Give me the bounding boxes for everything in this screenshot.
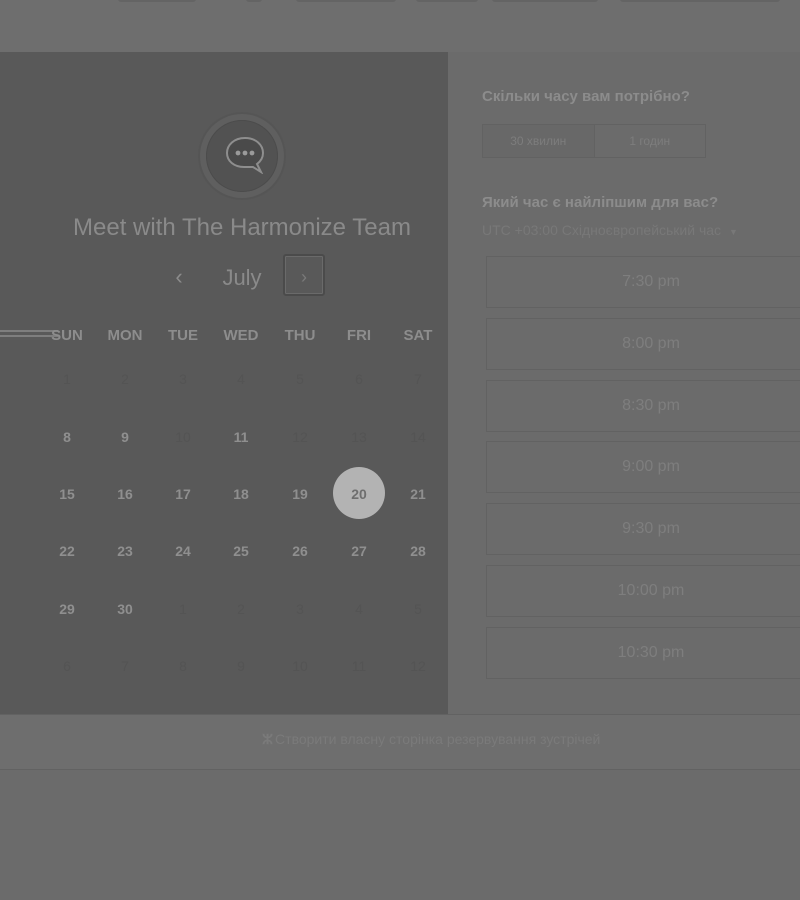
calendar-day: 6 (63, 658, 71, 674)
timezone-dropdown[interactable]: UTC +03:00 Східноєвропейський час ▼ (482, 222, 738, 238)
month-label: July (222, 265, 262, 290)
calendar-day: 4 (237, 371, 245, 387)
calendar-day[interactable]: 23 (96, 543, 154, 559)
calendar-day: 11 (351, 658, 367, 674)
weekday-sat: SAT (403, 327, 433, 344)
booking-panel: Скільки часу вам потрібно? 30 хвилин 1 г… (448, 52, 800, 714)
duration-30-min-button[interactable]: 30 хвилин (483, 125, 595, 157)
time-slot-button[interactable]: 8:30 pm (486, 380, 800, 432)
calendar-day-selected[interactable]: 20 (330, 486, 388, 502)
calendar-day: 4 (355, 601, 363, 617)
header-item-ghost (296, 0, 396, 2)
calendar-day: 10 (292, 658, 308, 674)
calendar-day[interactable]: 25 (212, 543, 270, 559)
calendar-day[interactable]: 27 (330, 543, 388, 559)
calendar-day[interactable]: 29 (38, 601, 96, 617)
duration-selector: 30 хвилин 1 годин (482, 124, 706, 158)
calendar-day[interactable]: 28 (389, 543, 447, 559)
calendar-day: 7 (121, 658, 129, 674)
weekday-sun: SUN (51, 327, 83, 344)
calendar-day: 1 (179, 601, 187, 617)
calendar-day[interactable]: 15 (38, 486, 96, 502)
calendar-day[interactable]: 17 (154, 486, 212, 502)
time-slot-button[interactable]: 8:00 pm (486, 318, 800, 370)
calendar-day: 12 (292, 429, 308, 445)
header-item-ghost (416, 0, 478, 2)
timezone-label: UTC +03:00 Східноєвропейський час (482, 222, 722, 238)
calendar-day: 10 (175, 429, 191, 445)
calendar-day[interactable]: 16 (96, 486, 154, 502)
caret-down-icon: ▼ (728, 227, 738, 237)
calendar-day: 1 (63, 371, 71, 387)
next-month-button[interactable]: › (283, 254, 325, 296)
chevron-right-icon: › (301, 267, 307, 287)
time-slot-button[interactable]: 9:00 pm (486, 441, 800, 493)
duration-1-hour-button[interactable]: 1 годин (595, 125, 706, 157)
calendar-day[interactable]: 26 (271, 543, 329, 559)
calendar-day[interactable]: 8 (38, 429, 96, 445)
time-slot-button[interactable]: 10:30 pm (486, 627, 800, 679)
header-item-ghost (246, 0, 262, 2)
time-heading: Який час є найліпшим для вас? (482, 194, 719, 211)
calendar-day: 3 (179, 371, 187, 387)
header-item-ghost (118, 0, 196, 2)
time-slot-button[interactable]: 10:00 pm (486, 565, 800, 617)
calendar-day[interactable]: 24 (154, 543, 212, 559)
calendar-day: 5 (296, 371, 304, 387)
prev-month-button[interactable]: ‹ (168, 262, 190, 292)
calendar-day[interactable]: 21 (389, 486, 447, 502)
calendar-day: 5 (414, 601, 422, 617)
calendar-day: 3 (296, 601, 304, 617)
chat-bubble-icon (225, 136, 265, 174)
calendar-day[interactable]: 22 (38, 543, 96, 559)
calendar-day: 6 (355, 371, 363, 387)
weekday-mon: MON (107, 327, 143, 344)
calendar-day: 14 (410, 429, 426, 445)
calendar-day: 2 (237, 601, 245, 617)
time-slot-button[interactable]: 9:30 pm (486, 503, 800, 555)
footer-link-text: Створити власну сторінка резервування зу… (275, 731, 601, 747)
header-item-ghost (492, 0, 598, 2)
scheduler-title: Meet with The Harmonize Team (73, 214, 411, 241)
calendar-day[interactable]: 11 (212, 429, 270, 445)
calendar-day[interactable]: 19 (271, 486, 329, 502)
create-booking-page-link[interactable]: ⵣ Створити власну сторінка резервування з… (262, 731, 600, 748)
calendar-day: 13 (351, 429, 367, 445)
calendar-day[interactable]: 30 (96, 601, 154, 617)
calendar-day[interactable]: 9 (96, 429, 154, 445)
weekday-wed: WED (223, 327, 259, 344)
calendar-day[interactable]: 18 (212, 486, 270, 502)
calendar-day: 2 (121, 371, 129, 387)
calendar-day: 12 (410, 658, 426, 674)
calendar-day: 8 (179, 658, 187, 674)
calendar-day: 7 (414, 371, 422, 387)
footer: ⵣ Створити власну сторінка резервування з… (0, 714, 800, 770)
weekday-thu: THU (284, 327, 316, 344)
weekday-fri: FRI (346, 327, 372, 344)
chevron-left-icon: ‹ (175, 264, 183, 289)
duration-heading: Скільки часу вам потрібно? (482, 88, 690, 105)
header-item-ghost (620, 0, 780, 2)
top-header (0, 0, 800, 53)
hubspot-sprocket-icon: ⵣ (262, 731, 274, 747)
weekday-tue: TUE (168, 327, 198, 344)
time-slot-button[interactable]: 7:30 pm (486, 256, 800, 308)
calendar-day: 9 (237, 658, 245, 674)
